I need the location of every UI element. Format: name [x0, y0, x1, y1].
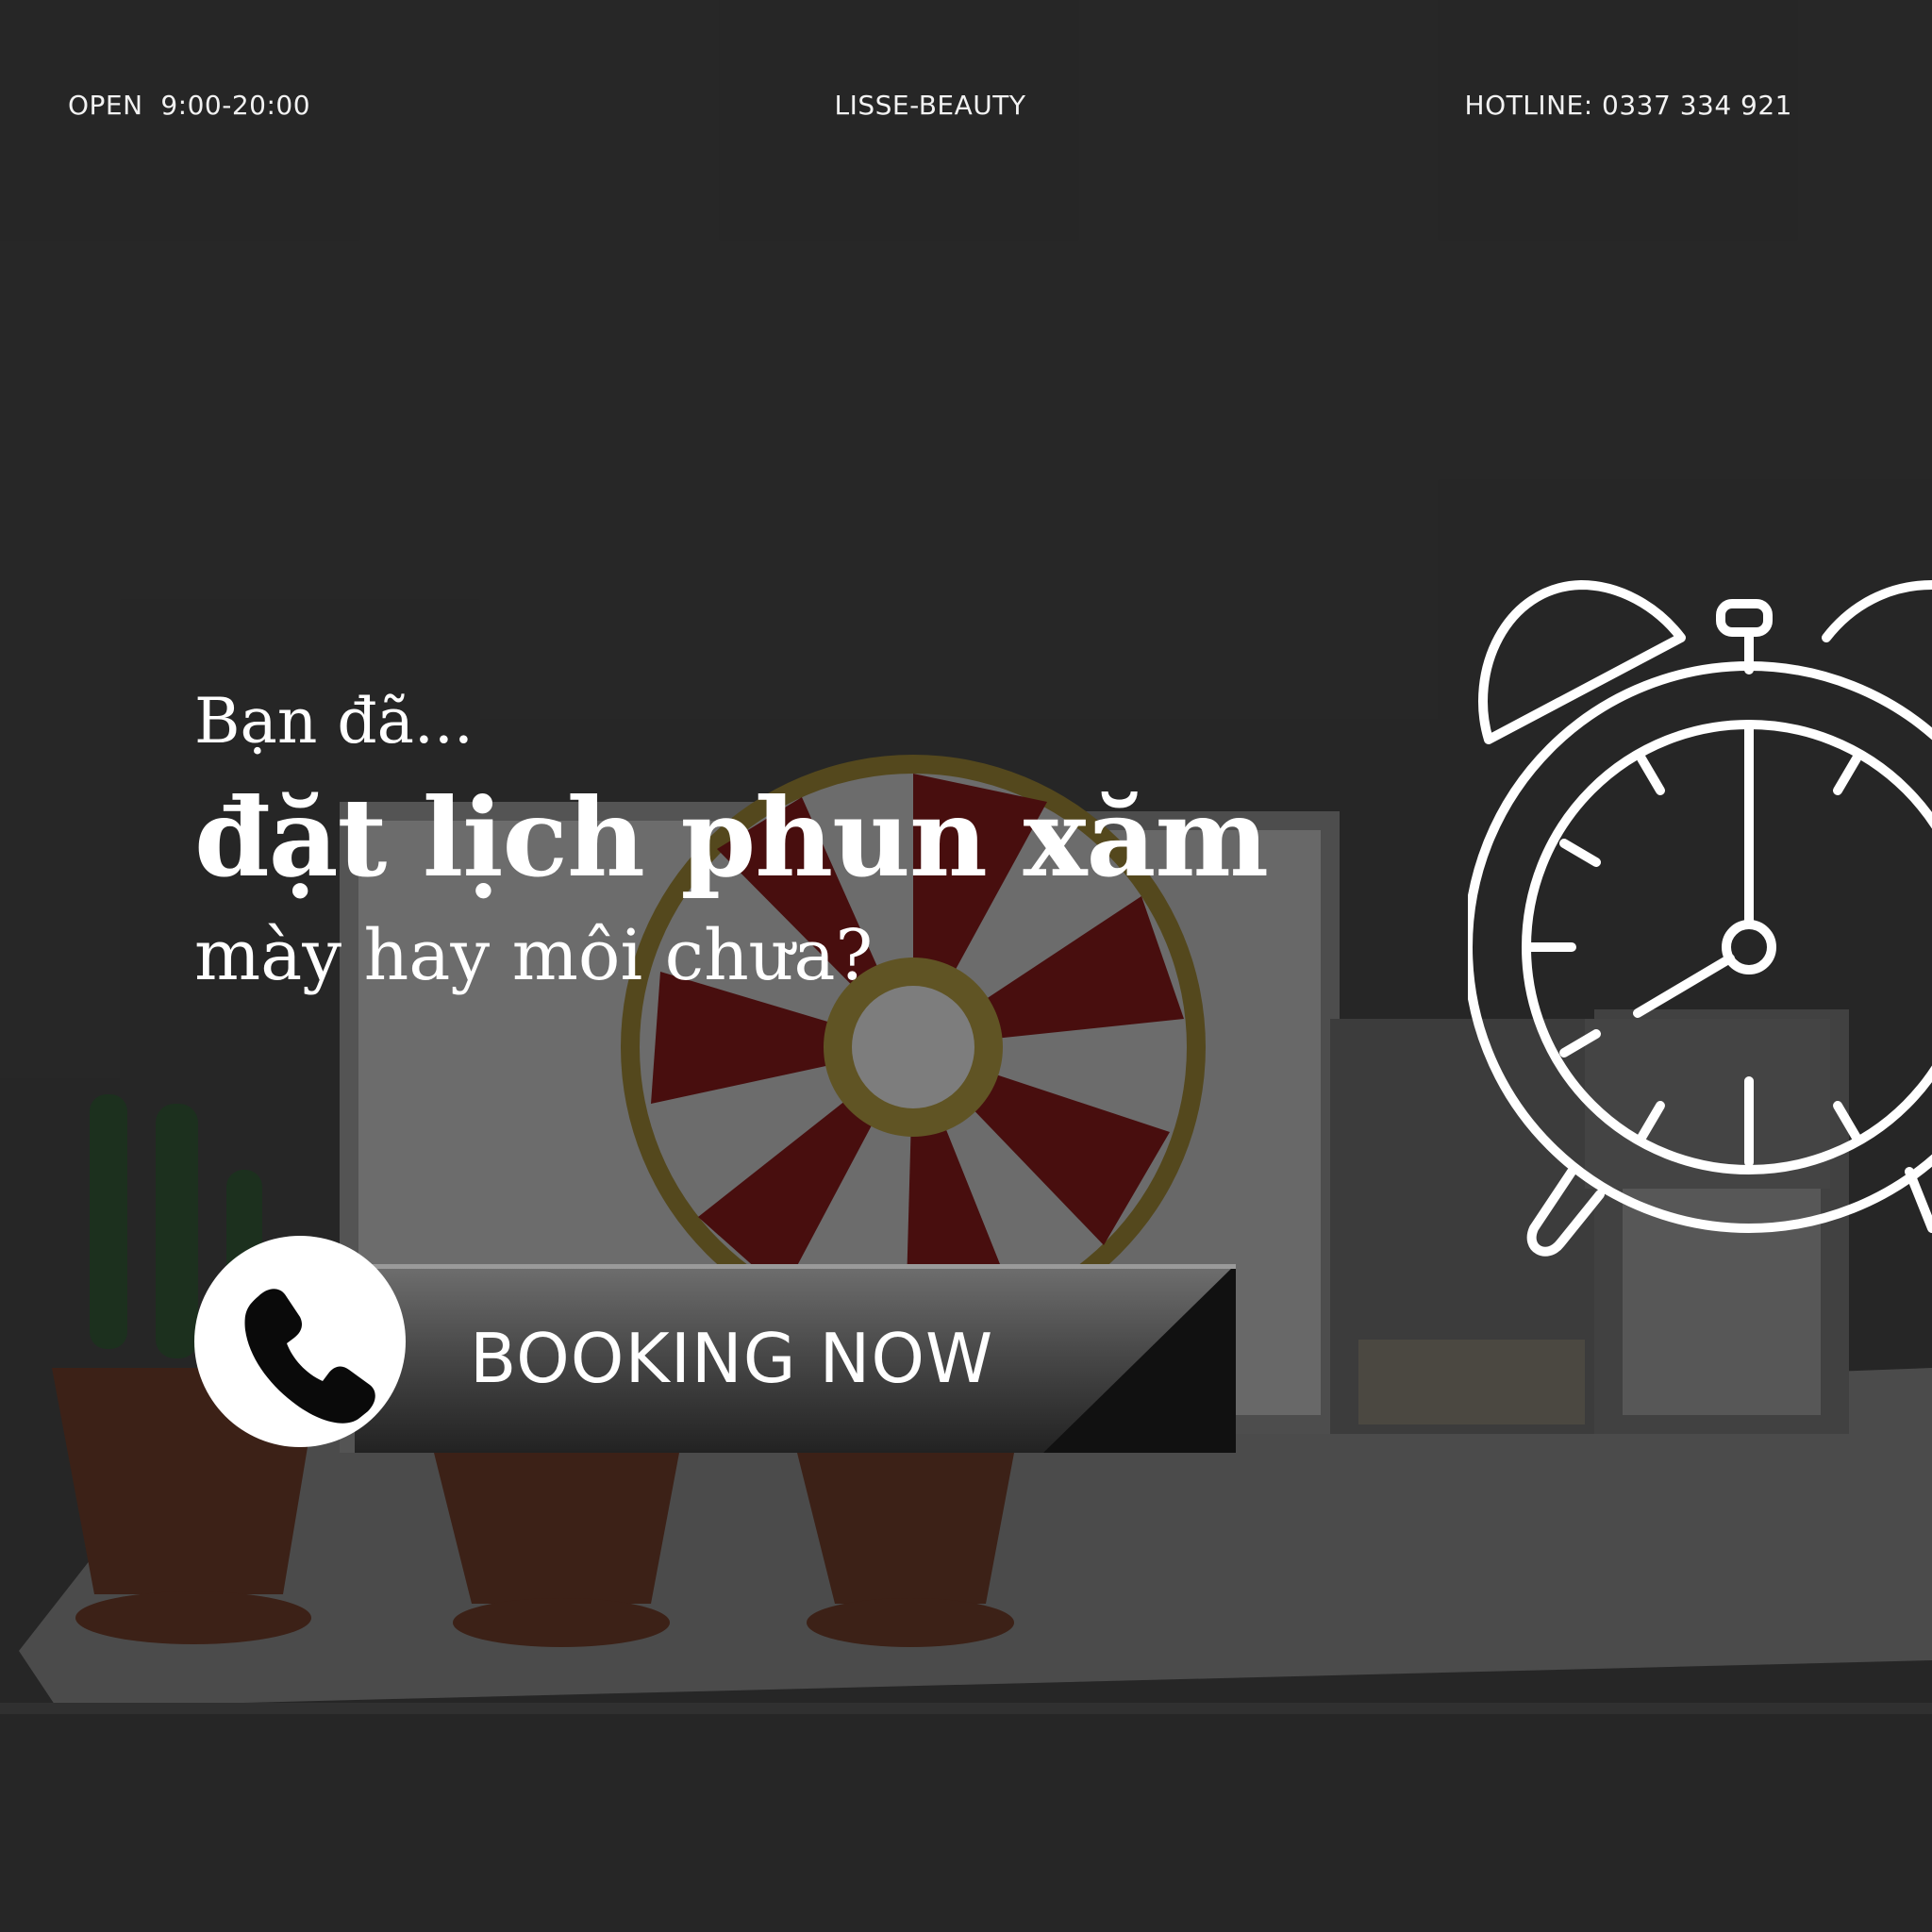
headline: Bạn đã... đặt lịch phun xăm mày hay môi …: [194, 681, 1269, 1008]
top-bar: OPEN 9:00-20:00 LISSE-BEAUTY HOTLINE: 03…: [68, 90, 1792, 127]
headline-pre: Bạn đã...: [194, 685, 474, 758]
headline-main: đặt lịch phun xăm: [194, 774, 1269, 901]
headline-sub: mày hay môi chưa?: [194, 915, 874, 996]
booking-now-button[interactable]: BOOKING NOW: [194, 1236, 1236, 1455]
alarm-clock-icon: [1468, 580, 1932, 1257]
hotline[interactable]: HOTLINE: 0337 334 921: [1465, 90, 1792, 121]
phone-circle: [194, 1236, 406, 1447]
phone-icon: [244, 1289, 375, 1424]
booking-label: BOOKING NOW: [470, 1319, 994, 1398]
